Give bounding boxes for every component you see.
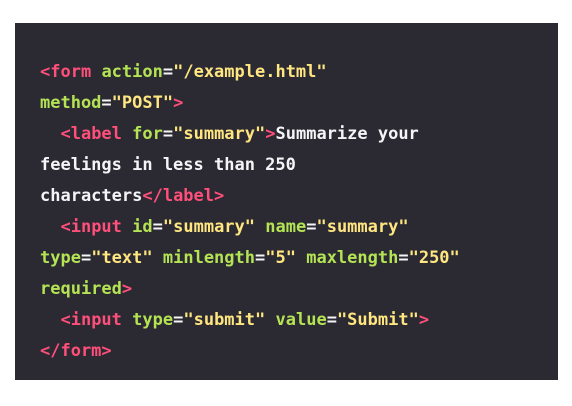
html-tag: >: [121, 279, 133, 299]
attribute-value: "summary": [316, 217, 409, 237]
attribute-name: action: [101, 62, 163, 82]
attribute-name: maxlength: [306, 248, 399, 268]
html-tag: >: [173, 93, 184, 113]
code-line: method="POST">: [40, 88, 534, 119]
attribute-name: name: [265, 217, 307, 237]
attribute-value: "summary": [173, 124, 266, 144]
attribute-value: "POST": [111, 93, 174, 113]
attribute-value: "summary": [162, 217, 256, 237]
code-text: characters: [40, 186, 143, 206]
code-line: type="text" minlength="5" maxlength="250…: [40, 243, 534, 274]
code-line: <label for="summary">Summarize your: [40, 119, 534, 150]
equals-sign: =: [80, 248, 92, 268]
html-tag: <input: [60, 217, 122, 237]
equals-sign: =: [255, 248, 266, 268]
attribute-name: value: [275, 310, 327, 330]
equals-sign: =: [398, 248, 409, 268]
equals-sign: =: [306, 217, 317, 237]
code-text: feelings in less than 250: [40, 155, 296, 175]
attribute-name: id: [132, 217, 153, 237]
code-lines: <form action="/example.html" method="POST…: [40, 57, 534, 367]
attribute-value: "/example.html": [173, 62, 327, 82]
html-tag: </label>: [142, 186, 225, 206]
html-tag: </form>: [40, 341, 112, 361]
attribute-name: for: [132, 124, 163, 144]
code-line: <input id="summary" name="summary": [40, 212, 534, 243]
equals-sign: =: [162, 124, 174, 144]
attribute-name: required: [40, 279, 122, 299]
equals-sign: =: [173, 310, 184, 330]
html-tag: >: [418, 310, 430, 330]
equals-sign: =: [162, 62, 174, 82]
equals-sign: =: [152, 217, 163, 237]
code-line: required>: [40, 274, 534, 305]
code-line: <form action="/example.html": [40, 57, 534, 88]
attribute-value: "text": [91, 248, 153, 268]
code-line: </form>: [40, 336, 534, 367]
attribute-value: "submit": [183, 310, 266, 330]
attribute-value: "250": [408, 248, 460, 268]
html-tag: <input: [60, 310, 122, 330]
attribute-value: "Submit": [336, 310, 419, 330]
attribute-name: method: [40, 93, 102, 113]
code-line: feelings in less than 250: [40, 150, 534, 181]
attribute-name: minlength: [162, 248, 255, 268]
code-block: <form action="/example.html" method="POST…: [15, 23, 558, 380]
attribute-name: type: [40, 248, 81, 268]
equals-sign: =: [326, 310, 337, 330]
html-tag: <form: [40, 62, 92, 82]
equals-sign: =: [101, 93, 112, 113]
html-tag: <label: [60, 124, 122, 144]
html-tag: >: [265, 124, 276, 144]
code-line: characters</label>: [40, 181, 534, 212]
attribute-value: "5": [265, 248, 296, 268]
attribute-name: type: [132, 310, 174, 330]
code-text: Summarize your: [275, 124, 419, 144]
code-line: <input type="submit" value="Submit">: [40, 305, 534, 336]
